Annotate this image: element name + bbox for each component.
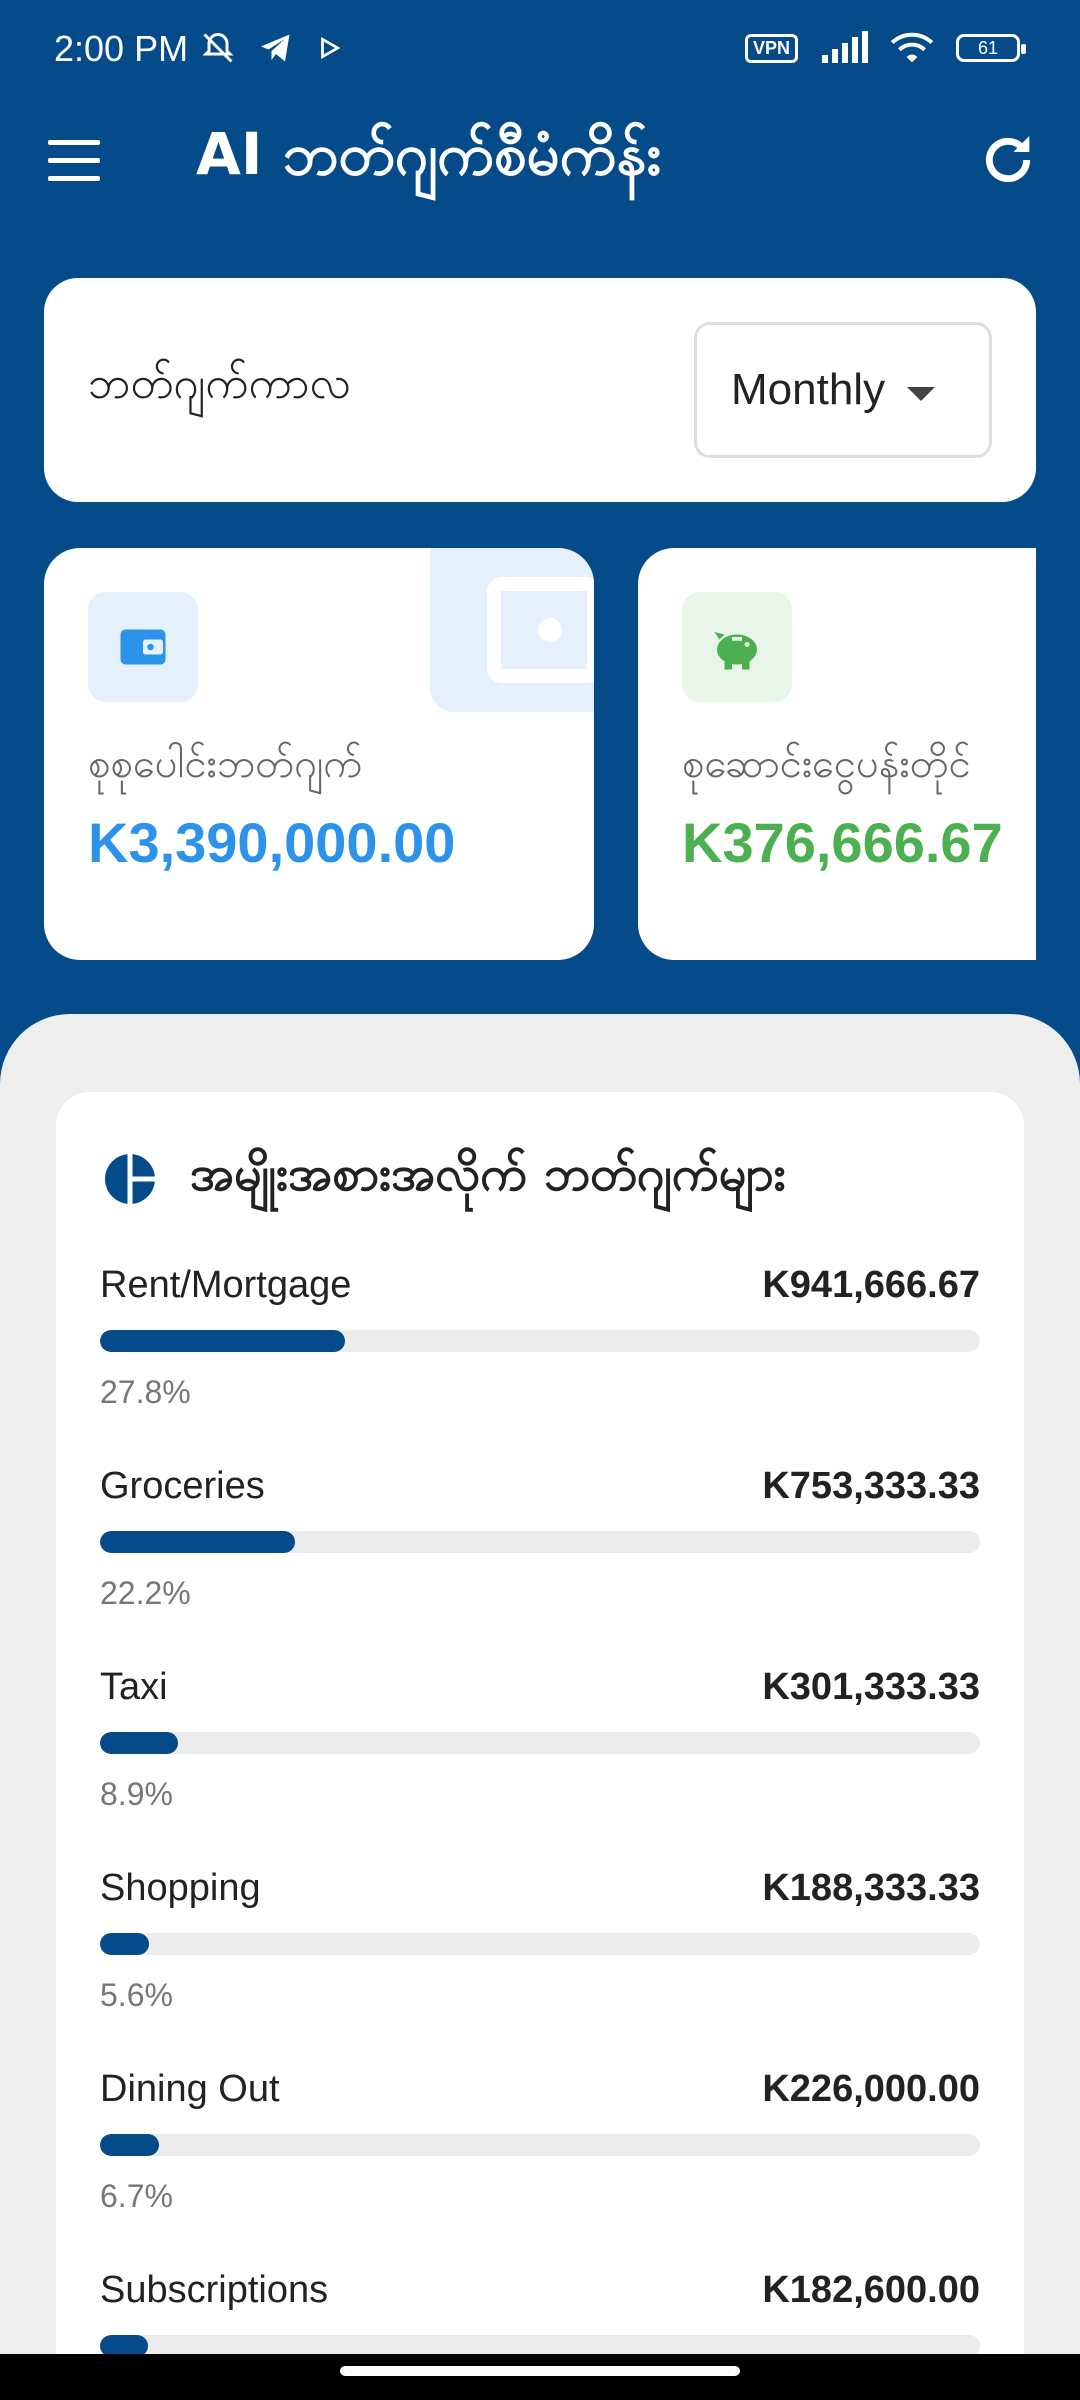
home-gesture-handle[interactable] [340, 2366, 740, 2376]
stat-label: စုစုပေါင်းဘတ်ဂျက် [88, 741, 363, 787]
category-row: Taxi K301,333.33 8.9% [100, 1666, 980, 1846]
category-percent: 5.6% [100, 1977, 173, 2013]
budget-period-card: ဘတ်ဂျက်ကာလ Monthly [44, 278, 1036, 502]
category-percent: 27.8% [100, 1374, 191, 1410]
category-amount: K301,333.33 [762, 1666, 980, 1708]
category-amount: K188,333.33 [762, 1867, 980, 1909]
dropdown-arrow-icon [907, 387, 935, 401]
play-icon [321, 36, 341, 60]
category-name: Subscriptions [100, 2269, 329, 2311]
menu-icon[interactable] [48, 140, 104, 184]
period-dropdown[interactable]: Monthly [694, 322, 992, 458]
category-breakdown-card: အမျိုးအစားအလိုက် ဘတ်ဂျက်များ Rent/Mortga… [56, 1092, 1024, 2392]
stat-value: K3,390,000.00 [88, 811, 456, 874]
breakdown-title: အမျိုးအစားအလိုက် ဘတ်ဂျက်များ [190, 1146, 786, 1202]
category-name: Groceries [100, 1465, 265, 1507]
refresh-icon[interactable] [976, 128, 1040, 192]
status-time: 2:00 PM [54, 28, 189, 69]
wifi-icon [890, 32, 934, 63]
wallet-watermark-icon [430, 548, 594, 712]
wallet-icon [88, 592, 198, 702]
battery-icon: 61 [956, 34, 1026, 62]
category-progress-track [100, 1330, 980, 1352]
category-progress-track [100, 1933, 980, 1955]
category-amount: K941,666.67 [762, 1264, 980, 1306]
category-progress-fill [100, 1732, 179, 1754]
page-title: AI ဘတ်ဂျက်စီမံကိန်း [196, 120, 662, 188]
category-name: Shopping [100, 1867, 261, 1909]
category-name: Taxi [100, 1666, 168, 1708]
category-amount: K182,600.00 [762, 2269, 980, 2311]
content-sheet: အမျိုးအစားအလိုက် ဘတ်ဂျက်များ Rent/Mortga… [0, 1014, 1080, 2400]
category-progress-fill [100, 1933, 150, 1955]
period-selected-value: Monthly [731, 365, 886, 414]
total-budget-card[interactable]: စုစုပေါင်းဘတ်ဂျက် K3,390,000.00 [44, 548, 594, 960]
category-progress-track [100, 2134, 980, 2156]
category-percent: 8.9% [100, 1776, 173, 1812]
category-progress-fill [100, 1531, 296, 1553]
stat-label: စုဆောင်းငွေပန်းတိုင် [682, 741, 971, 787]
app-bar: AI ဘတ်ဂျက်စီမံကိန်း [0, 100, 1080, 220]
notification-icons [200, 30, 342, 66]
vpn-badge: VPN [744, 33, 798, 63]
category-row: Shopping K188,333.33 5.6% [100, 1867, 980, 2047]
telegram-icon [261, 34, 290, 62]
signal-icon [822, 31, 868, 63]
system-nav-bar [0, 2354, 1080, 2400]
category-amount: K226,000.00 [762, 2068, 980, 2110]
category-row: Rent/Mortgage K941,666.67 27.8% [100, 1264, 980, 1444]
status-bar: 2:00 PM VPN 61 [0, 0, 1080, 100]
system-icons: VPN 61 [744, 30, 1026, 66]
category-name: Rent/Mortgage [100, 1264, 352, 1306]
pie-chart-icon [105, 1154, 155, 1204]
category-row: Dining Out K226,000.00 6.7% [100, 2068, 980, 2248]
category-progress-fill [100, 2134, 159, 2156]
category-progress-track [100, 1531, 980, 1553]
piggy-bank-icon [682, 592, 792, 702]
category-amount: K753,333.33 [762, 1465, 980, 1507]
savings-goal-card[interactable]: စုဆောင်းငွေပန်းတိုင် K376,666.67 [638, 548, 1036, 960]
stat-value: K376,666.67 [682, 811, 1003, 874]
category-row: Groceries K753,333.33 22.2% [100, 1465, 980, 1645]
category-progress-track [100, 1732, 980, 1754]
stats-carousel[interactable]: စုစုပေါင်းဘတ်ဂျက် K3,390,000.00 စုဆောင်း… [44, 548, 1036, 960]
breakdown-header: အမျိုးအစားအလိုက် ဘတ်ဂျက်များ [100, 1144, 786, 1214]
category-name: Dining Out [100, 2068, 280, 2110]
category-percent: 6.7% [100, 2178, 173, 2214]
mute-bell-icon [202, 32, 234, 63]
period-label: ဘတ်ဂျက်ကာလ [88, 358, 351, 409]
category-percent: 22.2% [100, 1575, 191, 1611]
category-progress-fill [100, 1330, 345, 1352]
